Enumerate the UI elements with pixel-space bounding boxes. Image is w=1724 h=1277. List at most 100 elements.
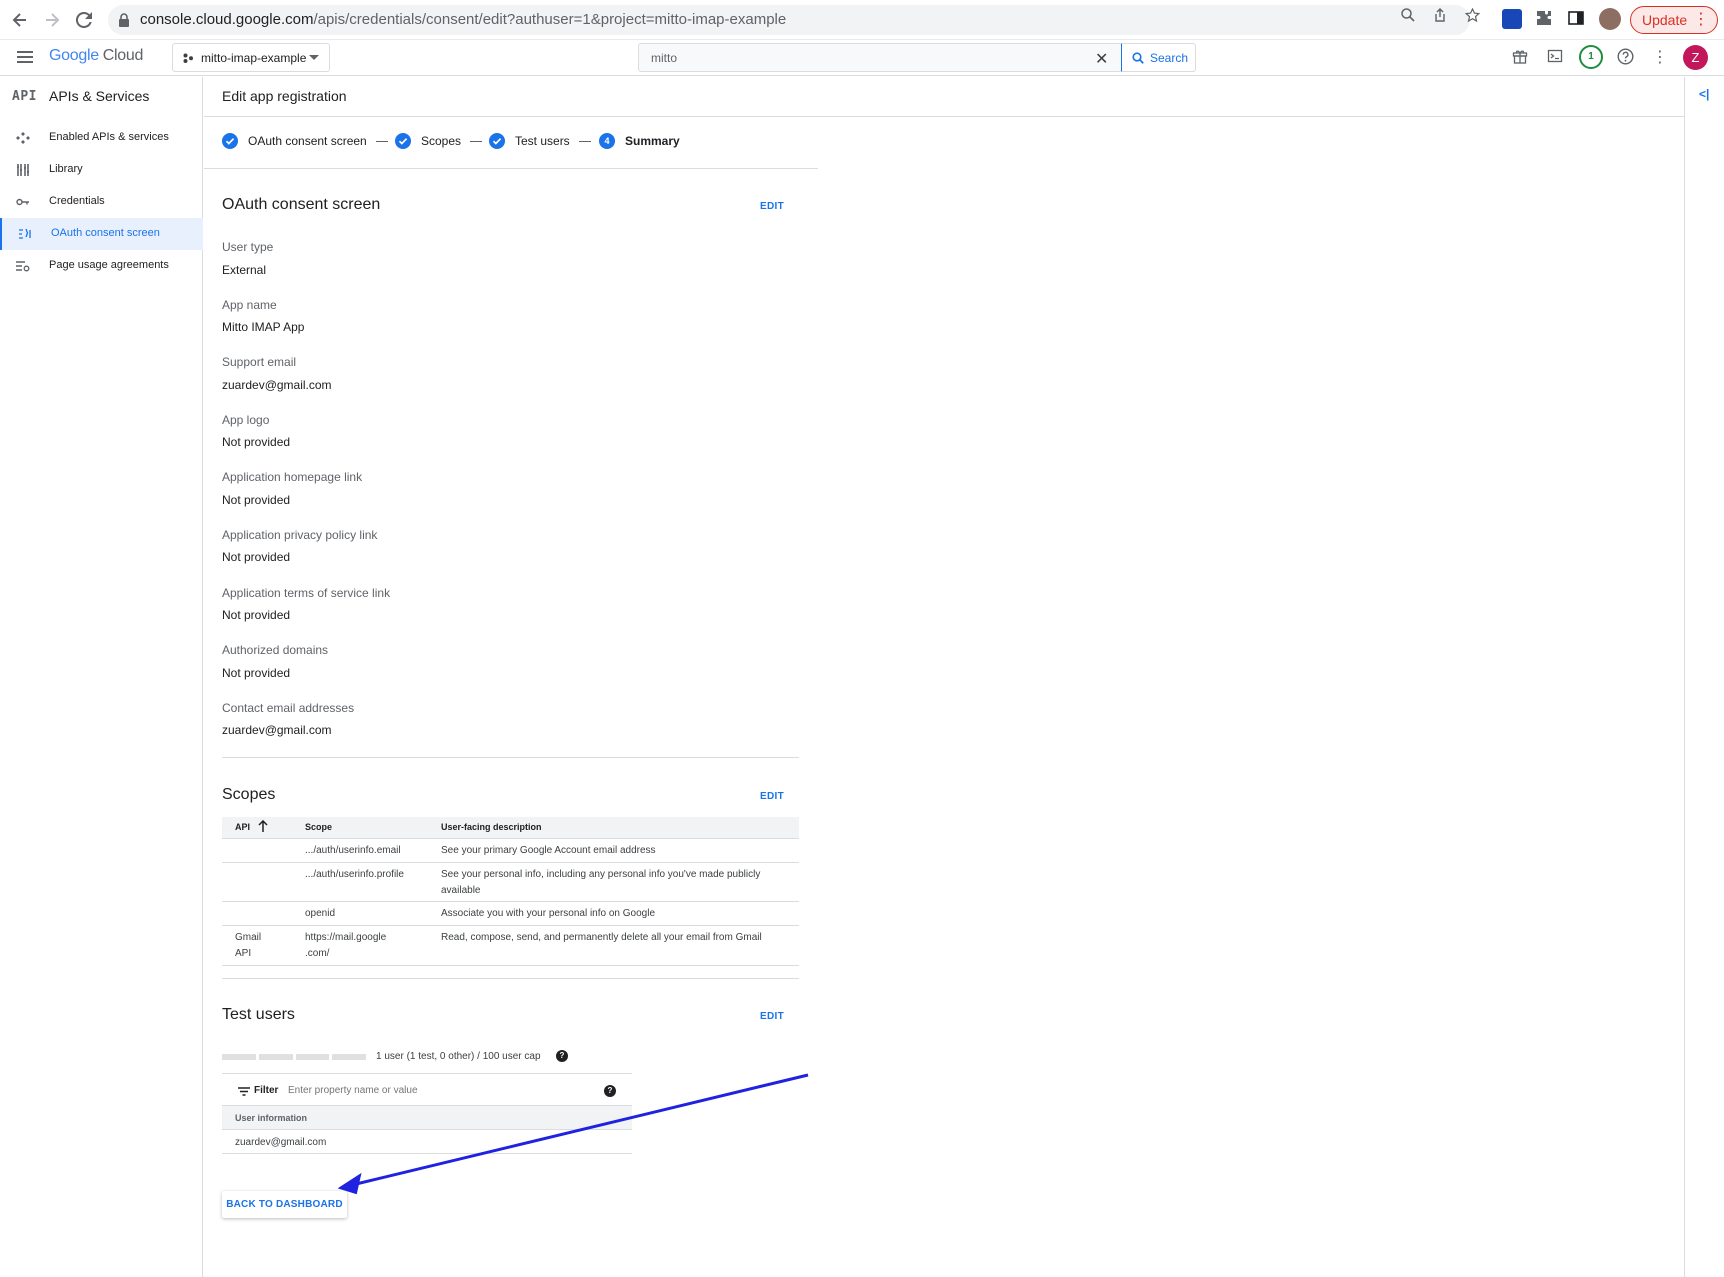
section-divider (222, 978, 799, 979)
update-button[interactable]: Update ⋮ (1630, 6, 1718, 34)
filter-icon (238, 1087, 250, 1096)
more-options-icon[interactable]: ⋮ (1650, 48, 1670, 68)
table-row: Gmail API https://mail.google .com/ Read… (222, 926, 799, 966)
search-button[interactable]: Search (1121, 43, 1196, 72)
step-label: Test users (515, 134, 570, 148)
edit-test-users-link[interactable]: EDIT (760, 1011, 784, 1022)
search-input[interactable]: mitto ✕ (638, 43, 1122, 72)
sidebar-item-label: Enabled APIs & services (49, 131, 169, 143)
step-summary[interactable]: 4 Summary (599, 133, 680, 149)
user-email-cell: zuardev@gmail.com (235, 1137, 327, 1148)
field-label: App name (222, 298, 277, 312)
scope-cell: .../auth/userinfo.email (305, 845, 401, 856)
check-circle-icon (222, 133, 238, 149)
side-panel-icon[interactable] (1568, 10, 1584, 26)
back-to-dashboard-button[interactable]: BACK TO DASHBOARD (222, 1191, 347, 1218)
logo-suffix: Cloud (102, 47, 144, 64)
scopes-table-header: API Scope User-facing description (222, 817, 799, 839)
product-name: APIs & Services (49, 88, 150, 104)
search-value: mitto (651, 51, 678, 65)
cloud-shell-icon[interactable] (1545, 48, 1565, 68)
field-label: Application homepage link (222, 470, 363, 484)
sort-arrow-up-icon[interactable] (258, 819, 268, 834)
reload-icon[interactable] (72, 8, 96, 32)
field-value: Not provided (222, 666, 291, 680)
field-label: Support email (222, 355, 297, 369)
user-cap-text: 1 user (1 test, 0 other) / 100 user cap (376, 1051, 541, 1062)
sidebar-item-label: Page usage agreements (49, 259, 169, 271)
sidebar-item-enabled-apis[interactable]: Enabled APIs & services (0, 122, 203, 154)
field-label: Contact email addresses (222, 701, 355, 715)
kebab-menu-icon: ⋮ (1693, 11, 1709, 28)
test-users-table: Filter ? User information zuardev@gmail.… (222, 1073, 632, 1154)
api-cell: Gmail (235, 932, 262, 943)
sidebar: API APIs & Services Enabled APIs & servi… (0, 77, 203, 1277)
table-row: .../auth/userinfo.email See your primary… (222, 839, 799, 863)
sidebar-item-label: Library (49, 163, 83, 175)
logo-wordmark: Google (49, 47, 99, 64)
field-value: zuardev@gmail.com (222, 378, 332, 392)
field-value: Not provided (222, 608, 291, 622)
step-test-users[interactable]: Test users (489, 133, 591, 149)
sidebar-item-label: Credentials (49, 195, 105, 207)
collapse-panel-icon[interactable]: <| (1699, 87, 1709, 101)
api-cell-wrap: API (235, 948, 252, 959)
google-cloud-logo[interactable]: Google Cloud (49, 47, 143, 65)
field-value: Mitto IMAP App (222, 320, 305, 334)
enabled-apis-icon (16, 132, 30, 144)
url-text: console.cloud.google.com/apis/credential… (140, 11, 787, 28)
right-rail: <| (1684, 77, 1724, 1277)
help-circle-icon[interactable]: ? (604, 1085, 616, 1097)
field-value: Not provided (222, 435, 291, 449)
edit-scopes-link[interactable]: EDIT (760, 791, 784, 802)
stepper: OAuth consent screen Scopes Test users 4… (204, 117, 818, 169)
forward-arrow-icon[interactable] (40, 8, 64, 32)
description-cell-wrap: available (441, 885, 481, 896)
step-scopes[interactable]: Scopes (395, 133, 483, 149)
address-bar[interactable]: console.cloud.google.com/apis/credential… (108, 5, 1470, 35)
field-value: External (222, 263, 267, 277)
scopes-table: API Scope User-facing description .../au… (222, 817, 799, 966)
profile-photo-icon[interactable] (1599, 8, 1621, 30)
hamburger-menu-icon[interactable] (17, 51, 33, 63)
description-cell: See your personal info, including any pe… (441, 869, 761, 880)
help-icon[interactable] (1615, 48, 1635, 68)
clear-search-icon[interactable]: ✕ (1095, 49, 1108, 69)
sidebar-item-label: OAuth consent screen (51, 227, 160, 239)
page-title-bar: Edit app registration (204, 77, 1684, 117)
consent-section-title: OAuth consent screen (222, 196, 381, 213)
gift-icon[interactable] (1510, 48, 1530, 68)
user-cap-progress (222, 1054, 366, 1060)
share-icon[interactable] (1432, 8, 1448, 24)
step-separator (470, 140, 483, 142)
users-table-header: User information (222, 1106, 632, 1130)
edit-consent-link[interactable]: EDIT (760, 201, 784, 212)
filter-label: Filter (254, 1085, 279, 1096)
column-header-scope: Scope (305, 822, 333, 832)
project-picker[interactable]: mitto-imap-example (172, 43, 330, 72)
filter-bar: Filter ? (222, 1073, 632, 1106)
sidebar-item-oauth-consent[interactable]: OAuth consent screen (0, 218, 203, 250)
sidebar-item-library[interactable]: Library (0, 154, 203, 186)
console-header: Google Cloud mitto-imap-example mitto ✕ S… (0, 40, 1724, 76)
table-row: zuardev@gmail.com (222, 1130, 632, 1154)
help-circle-icon[interactable]: ? (556, 1050, 568, 1062)
sidebar-item-page-usage[interactable]: Page usage agreements (0, 250, 203, 282)
bookmark-star-icon[interactable] (1464, 7, 1480, 24)
sidebar-item-credentials[interactable]: Credentials (0, 186, 203, 218)
description-cell: See your primary Google Account email ad… (441, 845, 656, 856)
zoom-icon[interactable] (1400, 8, 1416, 24)
back-arrow-icon[interactable] (8, 8, 32, 32)
extension-app-icon[interactable] (1502, 9, 1522, 29)
puzzle-extensions-icon[interactable] (1536, 10, 1552, 26)
account-avatar[interactable]: Z (1683, 45, 1708, 70)
column-header-api[interactable]: API (235, 822, 250, 832)
settings-list-icon (16, 261, 30, 272)
filter-input[interactable] (288, 1085, 588, 1096)
field-label: Application terms of service link (222, 586, 391, 600)
browser-toolbar: console.cloud.google.com/apis/credential… (0, 0, 1724, 40)
step-oauth-consent[interactable]: OAuth consent screen (222, 133, 388, 149)
notifications-badge[interactable]: 1 (1579, 45, 1603, 69)
scope-cell-wrap: .com/ (305, 948, 330, 959)
caret-down-icon (309, 55, 319, 60)
